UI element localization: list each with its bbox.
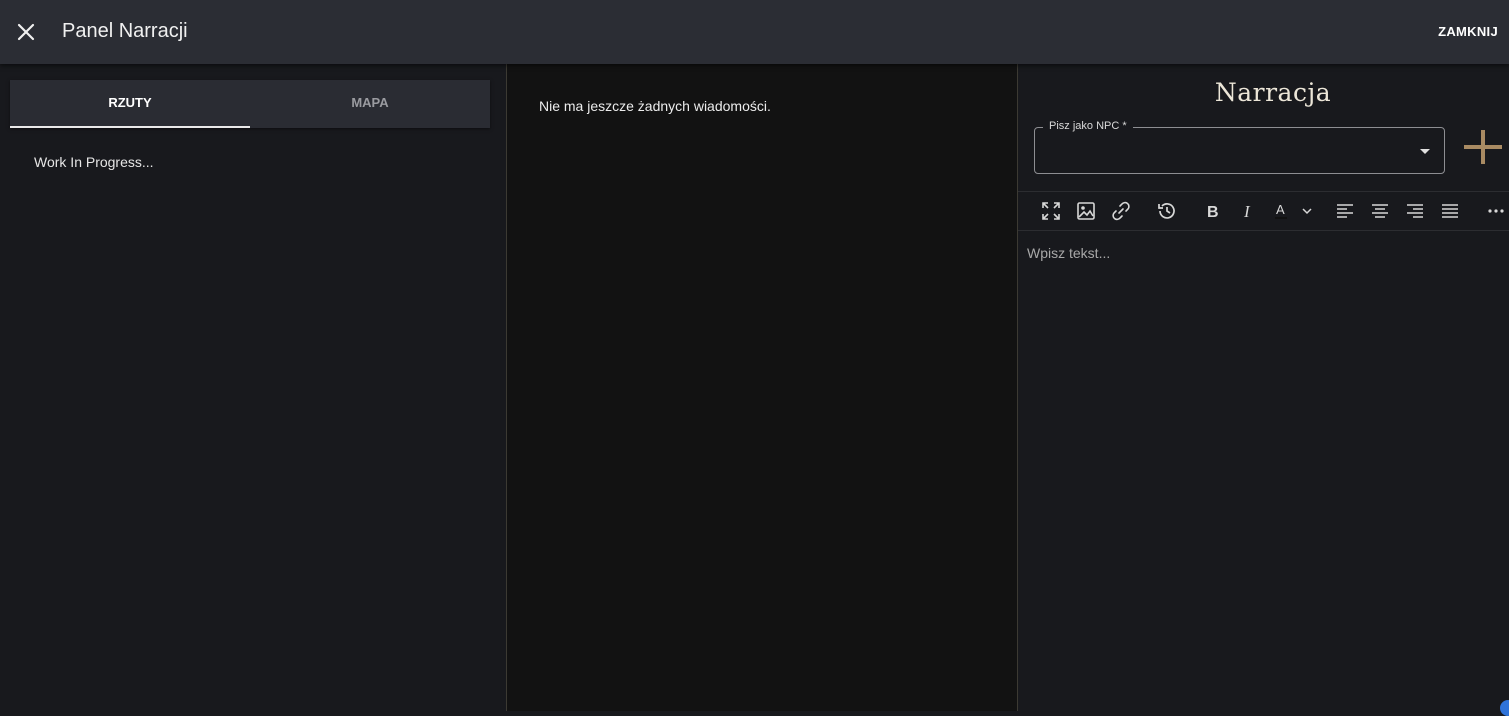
floating-indicator bbox=[1500, 700, 1509, 716]
narration-heading: Narracja bbox=[1214, 78, 1332, 107]
link-icon[interactable] bbox=[1110, 200, 1132, 222]
top-bar: Panel Narracji ZAMKNIJ bbox=[0, 0, 1509, 64]
text-editor[interactable]: Wpisz tekst... bbox=[1018, 232, 1509, 711]
svg-text:I: I bbox=[1243, 202, 1251, 221]
tab-bar: RZUTY MAPA bbox=[10, 80, 490, 128]
tab-rzuty[interactable]: RZUTY bbox=[10, 80, 250, 128]
narration-panel: Narracja Pisz jako NPC * B I A Wpisz tek… bbox=[1018, 64, 1509, 711]
work-in-progress-text: Work In Progress... bbox=[34, 154, 154, 170]
editor-toolbar: B I A bbox=[1018, 191, 1509, 231]
align-center-icon[interactable] bbox=[1369, 200, 1391, 222]
npc-select[interactable]: Pisz jako NPC * bbox=[1034, 120, 1445, 174]
add-npc-button[interactable] bbox=[1463, 128, 1503, 168]
align-justify-icon[interactable] bbox=[1439, 200, 1461, 222]
align-left-icon[interactable] bbox=[1334, 200, 1356, 222]
font-color-icon[interactable]: A bbox=[1272, 200, 1312, 222]
fullscreen-icon[interactable] bbox=[1040, 200, 1062, 222]
page-title: Panel Narracji bbox=[62, 20, 188, 42]
more-icon[interactable] bbox=[1485, 200, 1507, 222]
tab-mapa[interactable]: MAPA bbox=[250, 80, 490, 128]
npc-select-label: Pisz jako NPC * bbox=[1043, 120, 1133, 132]
editor-placeholder: Wpisz tekst... bbox=[1027, 245, 1111, 261]
italic-icon[interactable]: I bbox=[1237, 200, 1259, 222]
messages-panel[interactable]: Nie ma jeszcze żadnych wiadomości. bbox=[507, 64, 1017, 711]
close-button[interactable]: ZAMKNIJ bbox=[1438, 24, 1498, 39]
history-icon[interactable] bbox=[1156, 200, 1178, 222]
dropdown-arrow-icon bbox=[1420, 149, 1430, 154]
rolls-panel: RZUTY MAPA Work In Progress... bbox=[0, 64, 506, 711]
empty-messages-text: Nie ma jeszcze żadnych wiadomości. bbox=[539, 98, 771, 114]
close-icon[interactable] bbox=[14, 20, 38, 44]
svg-text:A: A bbox=[1276, 202, 1285, 217]
svg-text:B: B bbox=[1207, 204, 1219, 221]
align-right-icon[interactable] bbox=[1404, 200, 1426, 222]
bold-icon[interactable]: B bbox=[1202, 200, 1224, 222]
image-icon[interactable] bbox=[1075, 200, 1097, 222]
